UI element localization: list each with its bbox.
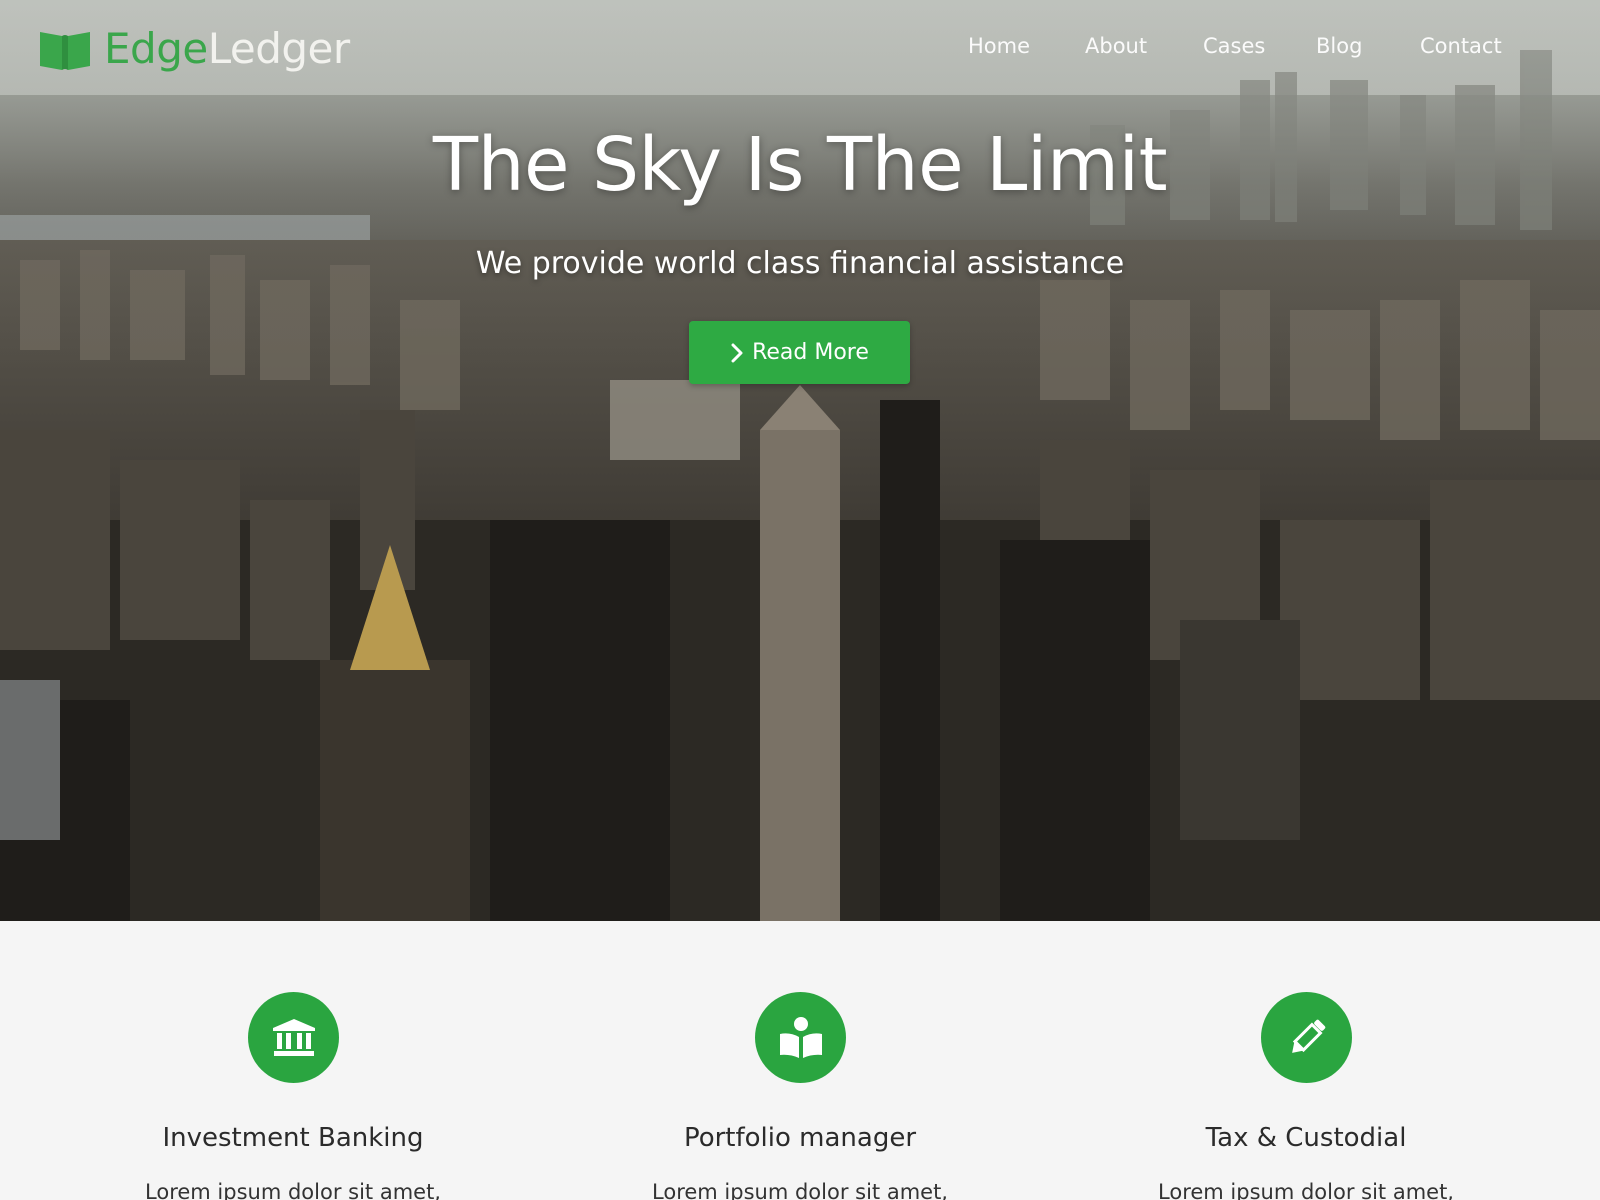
service-icon-circle xyxy=(248,992,339,1083)
service-title: Tax & Custodial xyxy=(1205,1123,1407,1153)
brand-name: EdgeLedger xyxy=(104,24,350,74)
bank-icon xyxy=(272,1018,315,1056)
chevron-right-icon xyxy=(731,343,743,362)
pencil-icon xyxy=(1291,1019,1325,1053)
hero-title: The Sky Is The Limit xyxy=(432,122,1168,208)
brand-name-ledger: Ledger xyxy=(207,24,350,73)
nav-item-cases[interactable]: Cases xyxy=(1203,34,1265,58)
service-text: Lorem ipsum dolor sit amet, xyxy=(145,1180,441,1200)
nav-item-contact[interactable]: Contact xyxy=(1420,34,1502,58)
brand-logo[interactable]: EdgeLedger xyxy=(38,24,350,74)
reader-icon xyxy=(779,1016,822,1058)
service-title: Portfolio manager xyxy=(683,1123,917,1153)
service-text: Lorem ipsum dolor sit amet, xyxy=(1158,1180,1454,1200)
book-open-icon xyxy=(40,32,90,70)
hero-section: EdgeLedger Home About Cases Blog Contact… xyxy=(0,0,1600,921)
service-icon-circle xyxy=(1261,992,1352,1083)
nav-item-about[interactable]: About xyxy=(1085,34,1147,58)
services-section: Investment Banking Lorem ipsum dolor sit… xyxy=(0,921,1600,1200)
nav-item-blog[interactable]: Blog xyxy=(1316,34,1362,58)
service-icon-circle xyxy=(755,992,846,1083)
service-text: Lorem ipsum dolor sit amet, xyxy=(652,1180,948,1200)
service-title: Investment Banking xyxy=(162,1123,424,1153)
brand-name-edge: Edge xyxy=(104,24,208,73)
read-more-label: Read More xyxy=(752,340,869,365)
hero-subtitle: We provide world class financial assista… xyxy=(475,246,1125,281)
nav-item-home[interactable]: Home xyxy=(968,34,1030,58)
read-more-button[interactable]: Read More xyxy=(689,321,910,384)
